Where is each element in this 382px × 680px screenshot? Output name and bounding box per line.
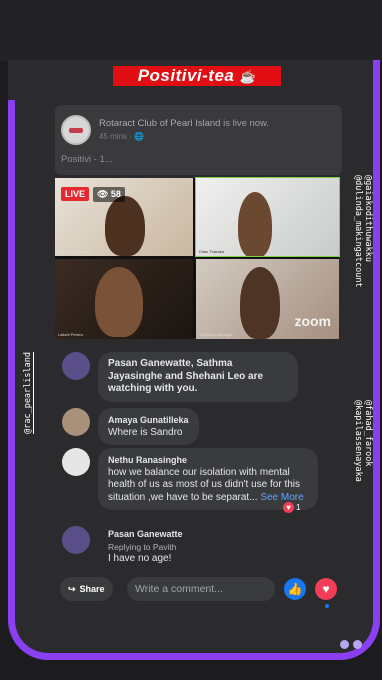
like-icon[interactable]: 👍 — [284, 578, 306, 600]
share-button[interactable]: ↪ Share — [60, 577, 113, 601]
post-time: 45 mins · 🌐 — [99, 132, 145, 141]
tea-cup-icon: ☕ — [239, 69, 257, 84]
see-more-link[interactable]: See More — [260, 492, 303, 503]
instagram-tags-right-top[interactable]: @gaiakodithuwakku @dulinda_makingatcount — [353, 175, 373, 288]
heart-icon: ♥ — [283, 502, 294, 513]
commenter-name[interactable]: Nethu Ranasinghe — [108, 454, 308, 467]
top-background — [0, 0, 382, 62]
story-title: Positivi-tea ☕ — [113, 66, 281, 86]
avatar[interactable] — [62, 352, 90, 380]
dot-shape — [353, 640, 362, 649]
love-icon[interactable]: ♥ — [315, 578, 337, 600]
active-indicator — [325, 604, 329, 608]
live-post-header: Rotaract Club of Pearl Island is live no… — [55, 105, 342, 175]
watching-notice: Pasan Ganewatte, Sathma Jayasinghe and S… — [62, 352, 298, 402]
zoom-watermark: zoom — [294, 313, 331, 329]
video-tile: Abhishek Sindugal zoom — [196, 259, 339, 339]
commenter-name[interactable]: Pasan Ganewatte — [108, 528, 183, 541]
share-label: Share — [79, 584, 105, 594]
live-now-text: is live now. — [223, 118, 270, 129]
avatar[interactable] — [62, 448, 90, 476]
comment-bubble: Pasan Ganewatte Replying to Pavith I hav… — [98, 526, 193, 572]
reaction-count: 1 — [296, 503, 301, 512]
comment-item: Nethu Ranasinghe how we balance our isol… — [62, 448, 318, 510]
video-tile: Sandali Wijeratne LIVE 👁 58 — [55, 178, 193, 256]
decorative-dots — [340, 640, 362, 649]
reply-context: Replying to Pavith — [108, 541, 177, 552]
comment-bubble: Amaya Gunatilleka Where is Sandro — [98, 408, 199, 445]
share-icon: ↪ — [68, 583, 76, 594]
comment-text: Where is Sandro — [108, 426, 183, 438]
comment-bubble: Pasan Ganewatte, Sathma Jayasinghe and S… — [98, 352, 298, 402]
instagram-tag-left[interactable]: @rac_pearlisland — [23, 352, 33, 434]
comment-item: Pasan Ganewatte Replying to Pavith I hav… — [62, 526, 193, 572]
comment-input[interactable] — [127, 577, 275, 601]
live-badge: LIVE — [61, 187, 90, 201]
participant-name: Dilan Tharaka — [199, 249, 224, 254]
story-title-text: Positivi-tea — [137, 66, 235, 85]
page-name-line: Rotaract Club of Pearl Island is live no… — [99, 118, 269, 129]
video-tile: Lakshi Perera — [55, 259, 193, 339]
video-tile: Dilan Tharaka — [195, 177, 340, 257]
participant-name: Abhishek Sindugal — [199, 332, 233, 337]
comment-bubble: Nethu Ranasinghe how we balance our isol… — [98, 448, 318, 510]
participant-name: Lakshi Perera — [58, 332, 83, 337]
viewer-count: 👁 58 — [93, 187, 125, 202]
page-avatar[interactable] — [61, 115, 91, 145]
instagram-tags-right-bottom[interactable]: @fahad_farook @kapilassenayaka — [353, 400, 373, 482]
comment-text: Pasan Ganewatte, Sathma Jayasinghe and S… — [108, 358, 264, 394]
comment-text: I have no age! — [108, 553, 172, 564]
live-video[interactable]: Sandali Wijeratne LIVE 👁 58 Dilan Tharak… — [55, 177, 340, 339]
avatar[interactable] — [62, 408, 90, 436]
post-text: Positivi - 1... — [61, 154, 113, 165]
commenter-name[interactable]: Amaya Gunatilleka — [108, 414, 189, 427]
comment-composer: ↪ Share 👍 ♥ — [55, 575, 345, 608]
page-name[interactable]: Rotaract Club of Pearl Island — [99, 118, 220, 129]
participant-name: Sandali Wijeratne — [58, 249, 90, 254]
comment-reactions[interactable]: ♥ 1 — [283, 502, 300, 513]
dot-shape — [340, 640, 349, 649]
comment-item: Amaya Gunatilleka Where is Sandro — [62, 408, 199, 445]
avatar[interactable] — [62, 526, 90, 554]
